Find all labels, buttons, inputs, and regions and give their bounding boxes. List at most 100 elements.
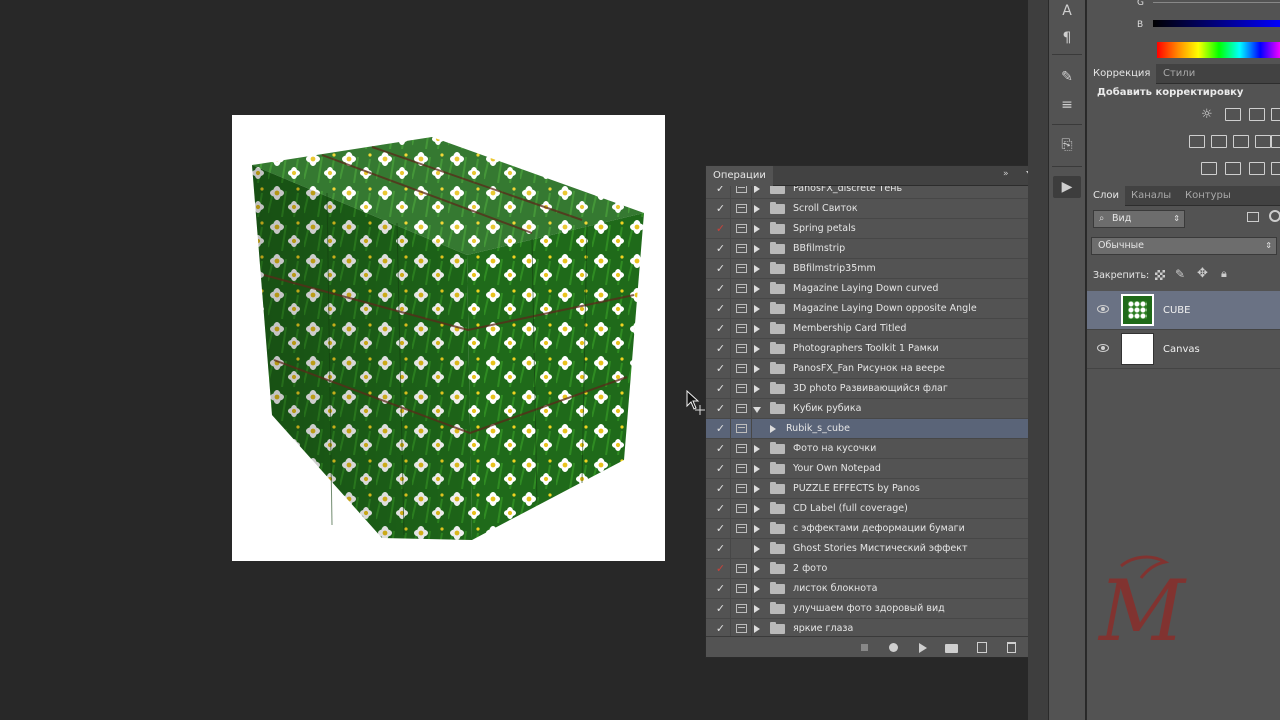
dialog-toggle[interactable] (732, 239, 752, 259)
action-set-row[interactable]: ✓ Magazine Laying Down curved (706, 279, 1029, 299)
action-set-row[interactable]: ✓ Scroll Свиток (706, 199, 1029, 219)
dialog-toggle[interactable] (732, 279, 752, 299)
action-set-row[interactable]: ✓ Your Own Notepad (706, 459, 1029, 479)
color-balance-icon[interactable] (1233, 135, 1249, 148)
dialog-toggle[interactable] (732, 579, 752, 599)
dialog-toggle[interactable] (732, 399, 752, 419)
clone-source-icon[interactable]: ⎘ (1053, 134, 1081, 156)
tab-corrections[interactable]: Коррекция (1087, 64, 1157, 84)
levels-icon[interactable] (1225, 108, 1241, 121)
toggle-check-icon[interactable]: ✓ (711, 186, 731, 199)
brush-panel-icon[interactable]: ≡ (1053, 94, 1081, 116)
image-filter-icon[interactable] (1247, 212, 1259, 222)
play-panel-icon[interactable]: ▶ (1053, 176, 1081, 198)
dialog-toggle[interactable] (732, 339, 752, 359)
toggle-check-icon[interactable]: ✓ (711, 419, 731, 439)
toggle-check-icon[interactable]: ✓ (711, 339, 731, 359)
dialog-toggle[interactable] (732, 199, 752, 219)
dialog-toggle[interactable] (732, 619, 752, 636)
dialog-toggle[interactable] (732, 319, 752, 339)
blue-slider[interactable] (1153, 20, 1280, 27)
character-panel-icon[interactable]: A (1053, 0, 1081, 22)
expand-arrow-right-icon[interactable] (754, 365, 760, 373)
action-set-row[interactable]: ✓ BBfilmstrip35mm (706, 259, 1029, 279)
expand-arrow-right-icon[interactable] (754, 305, 760, 313)
toggle-check-icon[interactable]: ✓ (711, 319, 731, 339)
toggle-check-icon[interactable]: ✓ (711, 259, 731, 279)
blend-mode-dropdown[interactable]: Обычные ⇕ (1091, 237, 1277, 255)
tab-actions[interactable]: Операции (706, 166, 773, 186)
action-set-row[interactable]: ✓ CD Label (full coverage) (706, 499, 1029, 519)
delete-button[interactable] (1003, 640, 1019, 655)
toggle-check-icon[interactable]: ✓ (711, 519, 731, 539)
actions-list[interactable]: ✓ PanosFX_discrete Тень ✓ Scroll Свиток ✓ Spr… (706, 186, 1029, 636)
dialog-toggle[interactable] (732, 379, 752, 399)
toggle-check-icon[interactable]: ✓ (711, 539, 731, 559)
dialog-toggle[interactable] (732, 299, 752, 319)
invert-icon[interactable] (1201, 162, 1217, 175)
action-set-row[interactable]: ✓ с эффектами деформации бумаги (706, 519, 1029, 539)
toggle-check-icon[interactable]: ✓ (711, 279, 731, 299)
expand-arrow-right-icon[interactable] (754, 325, 760, 333)
expand-arrow-right-icon[interactable] (754, 205, 760, 213)
expand-arrow-right-icon[interactable] (754, 225, 760, 233)
new-set-button[interactable] (943, 640, 959, 655)
expand-arrow-right-icon[interactable] (754, 245, 760, 253)
toggle-check-icon[interactable]: ✓ (711, 239, 731, 259)
visibility-eye-icon[interactable] (1097, 344, 1109, 352)
action-set-row[interactable]: ✓ PUZZLE EFFECTS by Panos (706, 479, 1029, 499)
expand-arrow-right-icon[interactable] (754, 525, 760, 533)
record-button[interactable] (885, 640, 901, 655)
play-button[interactable] (914, 640, 930, 655)
expand-arrow-right-icon[interactable] (754, 545, 760, 553)
toggle-check-icon[interactable]: ✓ (711, 579, 731, 599)
expand-arrow-right-icon[interactable] (754, 385, 760, 393)
action-set-row[interactable]: ✓ Кубик рубика (706, 399, 1029, 419)
exposure-icon[interactable] (1271, 108, 1280, 121)
photo-filter-icon[interactable] (1271, 135, 1280, 148)
expand-arrow-right-icon[interactable] (754, 625, 760, 633)
toggle-check-icon[interactable]: ✓ (711, 399, 731, 419)
toggle-check-icon[interactable]: ✓ (711, 459, 731, 479)
expand-arrow-right-icon[interactable] (754, 465, 760, 473)
action-set-row[interactable]: ✓ 2 фото (706, 559, 1029, 579)
toggle-check-icon[interactable]: ✓ (711, 619, 731, 636)
brightness-icon[interactable]: ☼ (1201, 107, 1213, 122)
expand-arrow-right-icon[interactable] (754, 585, 760, 593)
new-action-button[interactable] (974, 640, 990, 655)
action-set-row[interactable]: ✓ яркие глаза (706, 619, 1029, 636)
dialog-toggle[interactable] (732, 539, 752, 559)
posterize-icon[interactable] (1225, 162, 1241, 175)
brush-presets-icon[interactable]: ✎ (1053, 66, 1081, 88)
toggle-check-icon[interactable]: ✓ (711, 299, 731, 319)
action-set-row[interactable]: ✓ Spring petals (706, 219, 1029, 239)
dialog-toggle[interactable] (732, 479, 752, 499)
expand-arrow-right-icon[interactable] (770, 425, 776, 433)
dialog-toggle[interactable] (732, 259, 752, 279)
toggle-check-icon[interactable]: ✓ (711, 199, 731, 219)
expand-arrow-right-icon[interactable] (754, 505, 760, 513)
action-set-row[interactable]: ✓ BBfilmstrip (706, 239, 1029, 259)
tab-channels[interactable]: Каналы (1125, 186, 1177, 206)
expand-arrow-down-icon[interactable] (753, 407, 761, 413)
expand-arrow-right-icon[interactable] (754, 186, 760, 193)
action-set-row[interactable]: ✓ Ghost Stories Мистический эффект (706, 539, 1029, 559)
action-set-row[interactable]: ✓ листок блокнота (706, 579, 1029, 599)
dialog-toggle[interactable] (732, 359, 752, 379)
expand-arrow-right-icon[interactable] (754, 345, 760, 353)
gradient-map-icon[interactable] (1271, 162, 1280, 175)
green-slider[interactable] (1153, 2, 1280, 3)
dialog-toggle[interactable] (732, 419, 752, 439)
action-set-row[interactable]: ✓ 3D photo Развивающийся флаг (706, 379, 1029, 399)
toggle-check-icon[interactable]: ✓ (711, 359, 731, 379)
document-canvas[interactable] (232, 115, 665, 561)
lock-all-icon[interactable]: 🔒︎ (1221, 267, 1227, 281)
action-set-row[interactable]: ✓ Фото на кусочки (706, 439, 1029, 459)
toggle-check-icon[interactable]: ✓ (711, 559, 731, 579)
dialog-toggle[interactable] (732, 559, 752, 579)
expand-arrow-right-icon[interactable] (754, 565, 760, 573)
layer-row-canvas[interactable]: Canvas (1087, 330, 1280, 369)
stop-button[interactable] (856, 640, 872, 655)
dialog-toggle[interactable] (732, 186, 752, 199)
tab-styles[interactable]: Стили (1157, 64, 1201, 84)
